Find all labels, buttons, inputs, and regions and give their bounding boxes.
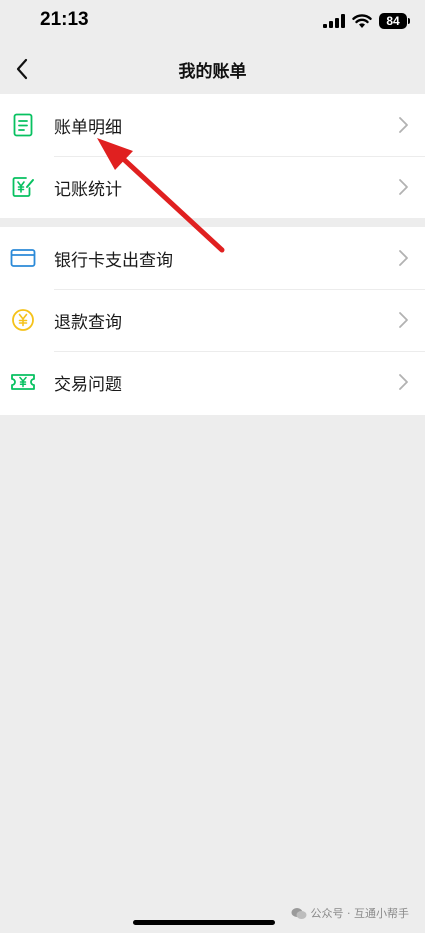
- menu-group-2: 银行卡支出查询 退款查询 交易问题: [0, 227, 425, 415]
- menu-item-bill-detail[interactable]: 账单明细: [0, 94, 425, 156]
- status-icons: 84: [323, 11, 410, 31]
- bank-card-icon: [10, 245, 36, 271]
- transaction-ticket-icon: [10, 369, 36, 395]
- watermark-text: 公众号 · 互通小帮手: [310, 907, 410, 920]
- status-time: 21:13: [40, 9, 89, 30]
- menu-item-label: 交易问题: [54, 374, 122, 395]
- chevron-right-icon: [399, 312, 408, 328]
- chevron-right-icon: [399, 250, 408, 266]
- home-indicator: [133, 920, 275, 925]
- refund-coin-icon: [10, 307, 36, 333]
- wechat-logo-icon: [291, 907, 306, 919]
- menu-item-label: 记账统计: [54, 179, 122, 200]
- chevron-right-icon: [399, 117, 408, 133]
- wifi-icon: [352, 13, 372, 28]
- bookkeeping-stats-icon: [10, 174, 36, 200]
- bill-detail-icon: [10, 112, 36, 138]
- menu-item-label: 银行卡支出查询: [54, 250, 173, 271]
- menu-item-bookkeeping-stats[interactable]: 记账统计: [0, 156, 425, 218]
- status-bar: 21:13 84: [0, 0, 425, 44]
- battery-icon: 84: [379, 13, 410, 29]
- watermark: 公众号 · 互通小帮手: [291, 905, 410, 921]
- menu-item-refund-query[interactable]: 退款查询: [0, 289, 425, 351]
- battery-level: 84: [386, 14, 400, 28]
- menu-item-transaction-issues[interactable]: 交易问题: [0, 351, 425, 413]
- chevron-right-icon: [399, 179, 408, 195]
- menu-item-label: 账单明细: [54, 117, 122, 138]
- menu-item-bank-card-expense[interactable]: 银行卡支出查询: [0, 227, 425, 289]
- signal-icon: [323, 14, 345, 28]
- page-title: 我的账单: [178, 62, 247, 82]
- menu-group-1: 账单明细 记账统计: [0, 94, 425, 218]
- menu-item-label: 退款查询: [54, 312, 122, 333]
- chevron-right-icon: [399, 374, 408, 390]
- nav-bar: 我的账单: [0, 44, 425, 94]
